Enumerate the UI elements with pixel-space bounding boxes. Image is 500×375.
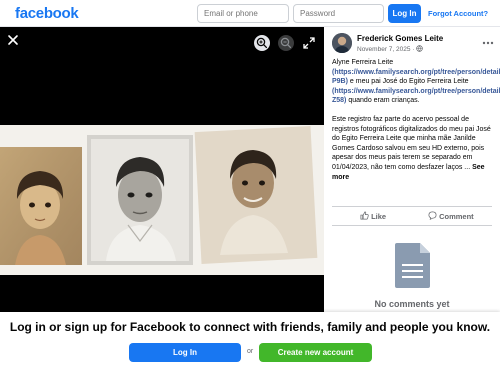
document-icon	[395, 243, 430, 288]
zoom-in-icon[interactable]	[254, 35, 270, 51]
photo-viewer	[0, 27, 324, 312]
post-date[interactable]: November 7, 2025 ·	[357, 45, 424, 53]
login-button[interactable]: Log In	[388, 4, 421, 23]
close-icon[interactable]	[6, 33, 20, 47]
post-text-span: quando eram crianças.	[346, 97, 420, 105]
expand-icon[interactable]	[303, 37, 315, 49]
post-actions: Like Comment	[332, 206, 492, 226]
post-paragraph-2: Este registro faz parte do acervo pessoa…	[332, 115, 495, 182]
login-banner: Log in or sign up for Facebook to connec…	[0, 312, 500, 375]
post-author[interactable]: Frederick Gomes Leite	[357, 34, 443, 43]
banner-message: Log in or sign up for Facebook to connec…	[9, 320, 491, 334]
facebook-logo[interactable]: facebook	[15, 5, 79, 22]
page: facebook Log In Forgot Account?	[0, 0, 500, 375]
password-input[interactable]	[293, 4, 384, 23]
like-label: Like	[371, 212, 387, 221]
top-nav: facebook Log In Forgot Account?	[0, 0, 500, 27]
post-paragraph-1: Alyne Ferreira Leite (https://www.family…	[332, 58, 500, 106]
family-photo	[0, 125, 324, 275]
globe-icon	[416, 45, 424, 52]
like-button[interactable]: Like	[360, 210, 386, 224]
post-date-text: November 7, 2025 ·	[357, 46, 417, 53]
banner-or-text: or	[247, 348, 254, 355]
post-text-span: Este registro faz parte do acervo pessoa…	[332, 115, 491, 171]
avatar[interactable]	[332, 33, 352, 53]
zoom-out-icon[interactable]	[278, 35, 294, 51]
email-input[interactable]	[197, 4, 289, 23]
post-text-span: e meu pai José do Egito Ferreira Leite	[347, 78, 469, 86]
comment-icon	[428, 211, 437, 220]
forgot-account-link[interactable]: Forgot Account?	[428, 9, 488, 18]
comment-button[interactable]: Comment	[428, 210, 474, 224]
thumbs-up-icon	[360, 211, 369, 220]
no-comments-text: No comments yet	[374, 299, 450, 309]
post-panel: Frederick Gomes Leite November 7, 2025 ·…	[324, 27, 500, 312]
more-options-icon[interactable]	[481, 36, 495, 50]
comment-label: Comment	[439, 212, 474, 221]
post-body: Alyne Ferreira Leite (https://www.family…	[332, 58, 500, 191]
post-text-span: Alyne Ferreira Leite	[332, 59, 394, 66]
create-account-button[interactable]: Create new account	[259, 343, 372, 362]
banner-login-button[interactable]: Log In	[129, 343, 241, 362]
